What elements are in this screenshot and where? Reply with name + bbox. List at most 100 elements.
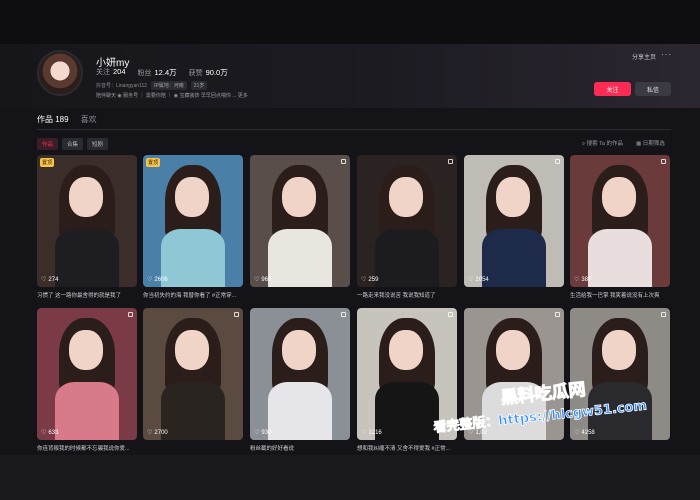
video-thumbnail[interactable]: ♡ 2054 bbox=[464, 155, 564, 287]
follow-button[interactable]: 关注 bbox=[594, 82, 631, 96]
chip-collections[interactable]: 合集 bbox=[62, 138, 84, 150]
profile-tabs: 作品 189 喜欢 bbox=[37, 114, 97, 130]
avatar[interactable] bbox=[37, 50, 83, 96]
like-count-value: 930 bbox=[261, 429, 272, 436]
chip-short-dramas[interactable]: 短剧 bbox=[87, 138, 109, 150]
message-button[interactable]: 私信 bbox=[635, 82, 671, 96]
gallery-icon bbox=[234, 312, 239, 317]
video-thumbnail[interactable]: ♡ 963 bbox=[250, 155, 350, 287]
video-thumbnail[interactable]: ♡ 387 bbox=[570, 155, 670, 287]
followers-count: 12.4万 bbox=[154, 68, 177, 77]
tab-likes[interactable]: 喜欢 bbox=[81, 114, 97, 130]
tab-works[interactable]: 作品 189 bbox=[37, 114, 69, 130]
like-count-value: 963 bbox=[261, 276, 272, 283]
thumbnail-face bbox=[69, 330, 103, 370]
thumbnail-outfit bbox=[161, 229, 225, 287]
following-label: 关注 bbox=[96, 69, 110, 76]
video-card[interactable]: ♡ 633 你连背叛我的时候都不忘骗我说你爱... bbox=[37, 308, 137, 456]
like-count: ♡ 963 bbox=[254, 276, 272, 284]
video-thumbnail[interactable]: ♡ 930 bbox=[250, 308, 350, 440]
video-card[interactable]: ♡ 930 粉丝截的好好看说 bbox=[250, 308, 350, 456]
like-count: ♡ 2606 bbox=[147, 276, 168, 284]
more-icon[interactable]: ··· bbox=[661, 50, 672, 59]
heart-icon: ♡ bbox=[147, 277, 153, 283]
video-caption[interactable]: 你连背叛我的时候都不忘骗我说你爱... bbox=[37, 444, 137, 452]
profile-stats: 关注 204 粉丝 12.4万 获赞 90.0万 bbox=[96, 67, 228, 78]
video-card[interactable]: 置顶 ♡ 2606 你当初失约的海 我替你看了 #正常穿... bbox=[143, 155, 243, 303]
thumbnail-face bbox=[175, 177, 209, 217]
thumbnail-face bbox=[602, 330, 636, 370]
video-caption[interactable]: 粉丝截的好好看说 bbox=[250, 444, 350, 452]
video-thumbnail[interactable]: 置顶 ♡ 2606 bbox=[143, 155, 243, 287]
share-profile-link[interactable]: 分享主页 bbox=[632, 52, 656, 61]
video-caption[interactable]: 一路走来我没说苦 我说我知道了 bbox=[357, 291, 457, 299]
following-stat[interactable]: 关注 204 bbox=[96, 67, 126, 78]
video-card[interactable]: 置顶 ♡ 274 习惯了 这一路你最舍得的就是我了 bbox=[37, 155, 137, 303]
like-count: ♡ 387 bbox=[574, 276, 592, 284]
video-card[interactable]: ♡ 2054 bbox=[464, 155, 564, 303]
chip-works[interactable]: 作品 bbox=[37, 138, 59, 150]
likes-label: 获赞 bbox=[188, 70, 203, 77]
like-count-value: 1216 bbox=[368, 429, 382, 436]
heart-icon: ♡ bbox=[254, 277, 260, 283]
thumbnail-outfit bbox=[55, 229, 119, 287]
thumbnail-outfit bbox=[268, 382, 332, 440]
thumbnail-face bbox=[282, 177, 316, 217]
heart-icon: ♡ bbox=[361, 277, 367, 283]
thumbnail-face bbox=[496, 177, 530, 217]
heart-icon: ♡ bbox=[41, 277, 47, 283]
like-count-value: 387 bbox=[581, 276, 592, 283]
search-works[interactable]: ⌕ 搜索 Ta 的作品 bbox=[582, 139, 623, 148]
video-caption[interactable]: 你当初失约的海 我替你看了 #正常穿... bbox=[143, 291, 243, 299]
tabs-divider bbox=[37, 129, 671, 130]
date-filter[interactable]: ▦ 日期筛选 bbox=[636, 139, 665, 147]
thumbnail-outfit bbox=[375, 229, 439, 287]
thumbnail-face bbox=[175, 330, 209, 370]
thumbnail-outfit bbox=[55, 382, 119, 440]
video-card[interactable]: ♡ 963 bbox=[250, 155, 350, 303]
heart-icon: ♡ bbox=[574, 277, 580, 283]
like-count: ♡ 2054 bbox=[468, 276, 489, 284]
calendar-icon: ▦ bbox=[636, 141, 642, 147]
video-thumbnail[interactable]: ♡ 259 bbox=[357, 155, 457, 287]
video-caption[interactable]: 生活给我一巴掌 我笑着说没有上次爽 bbox=[570, 291, 670, 299]
thumbnail-face bbox=[496, 330, 530, 370]
profile-meta: 抖音号：Linangyan112 IP属地：河南 21岁 bbox=[96, 81, 208, 90]
likes-count: 90.0万 bbox=[205, 68, 228, 77]
thumbnail-outfit bbox=[268, 229, 332, 287]
like-count-value: 259 bbox=[368, 276, 379, 283]
thumbnail-face bbox=[389, 177, 423, 217]
gallery-icon bbox=[555, 159, 560, 164]
date-filter-label: 日期筛选 bbox=[642, 141, 665, 147]
video-caption[interactable]: 习惯了 这一路你最舍得的就是我了 bbox=[37, 291, 137, 299]
thumbnail-face bbox=[602, 177, 636, 217]
thumbnail-face bbox=[389, 330, 423, 370]
account-id: 抖音号：Linangyan112 bbox=[96, 83, 148, 89]
pinned-badge: 置顶 bbox=[146, 158, 161, 167]
gallery-icon bbox=[661, 312, 666, 317]
thumbnail-face bbox=[69, 177, 103, 217]
video-thumbnail[interactable]: ♡ 2700 bbox=[143, 308, 243, 440]
thumbnail-face bbox=[282, 330, 316, 370]
search-icon: ⌕ bbox=[582, 141, 586, 147]
video-thumbnail[interactable]: ♡ 633 bbox=[37, 308, 137, 440]
thumbnail-outfit bbox=[482, 229, 546, 287]
video-card[interactable]: ♡ 259 一路走来我没说苦 我说我知道了 bbox=[357, 155, 457, 303]
like-count-value: 2700 bbox=[154, 429, 168, 436]
following-count: 204 bbox=[113, 67, 126, 76]
like-count-value: 274 bbox=[48, 276, 59, 283]
video-card[interactable]: ♡ 2700 bbox=[143, 308, 243, 456]
video-thumbnail[interactable]: 置顶 ♡ 274 bbox=[37, 155, 137, 287]
followers-stat[interactable]: 粉丝 12.4万 bbox=[138, 67, 177, 78]
heart-icon: ♡ bbox=[468, 277, 474, 283]
filter-chips: 作品 合集 短剧 bbox=[37, 138, 109, 150]
heart-icon: ♡ bbox=[41, 430, 47, 436]
gallery-icon bbox=[448, 312, 453, 317]
likes-stat: 获赞 90.0万 bbox=[189, 67, 228, 78]
like-count: ♡ 2700 bbox=[147, 429, 168, 437]
video-card[interactable]: ♡ 387 生活给我一巴掌 我笑着说没有上次爽 bbox=[570, 155, 670, 303]
thumbnail-outfit bbox=[588, 229, 652, 287]
gallery-icon bbox=[555, 312, 560, 317]
like-count-value: 2606 bbox=[154, 276, 168, 283]
profile-bio[interactable]: 陪伴聊天 ◉ 服务号 ｜ 需要你陪 ｜ ◉ 宝藏装饰 早早回点喂你 ... 更多 bbox=[96, 92, 248, 99]
